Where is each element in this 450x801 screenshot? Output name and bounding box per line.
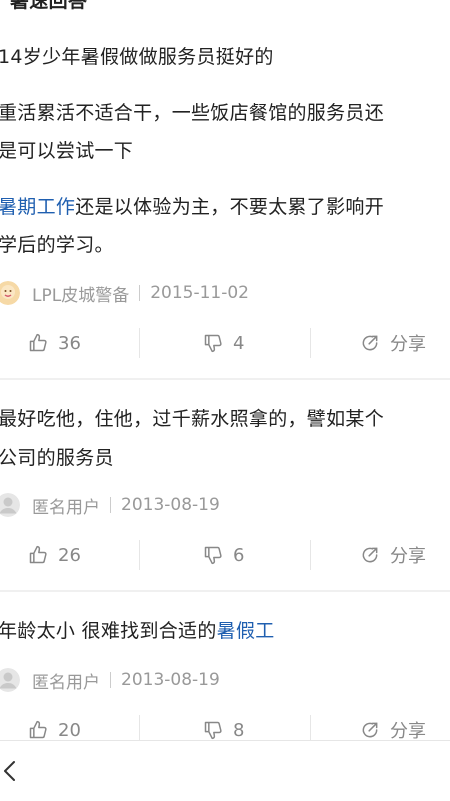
dislike-button[interactable]: 4 xyxy=(203,323,244,363)
answer-text: 年龄太小 很难找到合适的 xyxy=(0,620,217,642)
bottom-toolbar xyxy=(0,740,450,801)
action-divider xyxy=(139,540,140,570)
answer-text-line: 重活累活不适合干，一些饭店餐馆的服务员还 xyxy=(0,102,385,124)
share-label: 分享 xyxy=(390,546,426,567)
like-button[interactable]: 26 xyxy=(28,535,81,575)
like-count: 36 xyxy=(58,332,81,354)
dislike-count: 4 xyxy=(233,332,245,354)
share-button[interactable]: 分享 xyxy=(360,535,426,575)
question-title: 14岁少年暑假做做服务员挺好的 xyxy=(0,46,274,68)
like-count: 20 xyxy=(58,719,81,741)
share-label: 分享 xyxy=(390,334,426,355)
answer-meta: LPL皮城警备 2015-11-02 xyxy=(0,278,249,308)
back-chevron-icon[interactable] xyxy=(2,759,18,783)
author-name[interactable]: 匿名用户 xyxy=(32,493,100,518)
share-icon xyxy=(362,722,378,738)
page-header-title: 暑速回答 xyxy=(10,0,88,12)
section-divider xyxy=(0,590,450,592)
thumbs-down-icon xyxy=(204,334,222,353)
thumbs-up-icon xyxy=(29,333,47,352)
answer-date: 2013-08-19 xyxy=(121,670,220,690)
meta-divider xyxy=(110,497,111,513)
meta-divider xyxy=(110,672,111,688)
answer-text-line: 暑期工作还是以体验为主，不要太累了影响开 xyxy=(0,192,384,219)
answer-date: 2015-11-02 xyxy=(150,283,249,303)
answer-actions: 26 6 分享 xyxy=(0,535,450,575)
dislike-count: 6 xyxy=(233,544,245,566)
thumbs-down-icon xyxy=(204,721,222,740)
dislike-count: 8 xyxy=(233,719,245,741)
thumbs-down-icon xyxy=(204,546,222,565)
avatar-icon[interactable] xyxy=(0,493,20,517)
answer-actions: 36 4 分享 xyxy=(0,323,450,363)
avatar-icon[interactable] xyxy=(0,281,20,305)
avatar-icon[interactable] xyxy=(0,668,20,692)
answer-text-line: 公司的服务员 xyxy=(0,447,114,469)
author-name[interactable]: LPL皮城警备 xyxy=(32,281,129,306)
meta-divider xyxy=(139,285,141,301)
action-divider xyxy=(310,540,311,570)
answer-meta: 匿名用户 2013-08-19 xyxy=(0,490,220,520)
answer-meta: 匿名用户 2013-08-19 xyxy=(0,665,220,695)
share-icon xyxy=(362,547,378,563)
answer-text-line: 年龄太小 很难找到合适的暑假工 xyxy=(0,616,275,643)
share-button[interactable]: 分享 xyxy=(360,323,426,363)
answer-text-line: 是可以尝试一下 xyxy=(0,140,134,162)
like-count: 26 xyxy=(58,544,81,566)
answer-text-line: 最好吃他，住他，过千薪水照拿的，譬如某个 xyxy=(0,408,385,430)
keyword-link[interactable]: 暑假工 xyxy=(217,620,275,642)
keyword-link[interactable]: 暑期工作 xyxy=(0,196,75,218)
like-button[interactable]: 36 xyxy=(28,323,81,363)
dislike-button[interactable]: 6 xyxy=(203,535,244,575)
answer-text: 还是以体验为主，不要太累了影响开 xyxy=(75,196,385,218)
answer-date: 2013-08-19 xyxy=(121,495,220,515)
thumbs-up-icon xyxy=(29,545,47,564)
author-name[interactable]: 匿名用户 xyxy=(32,668,100,693)
action-divider xyxy=(310,328,311,358)
thumbs-up-icon xyxy=(29,720,47,739)
action-divider xyxy=(139,328,140,358)
share-icon xyxy=(362,335,378,351)
answer-text-line: 学后的学习。 xyxy=(0,234,114,256)
section-divider xyxy=(0,378,450,380)
